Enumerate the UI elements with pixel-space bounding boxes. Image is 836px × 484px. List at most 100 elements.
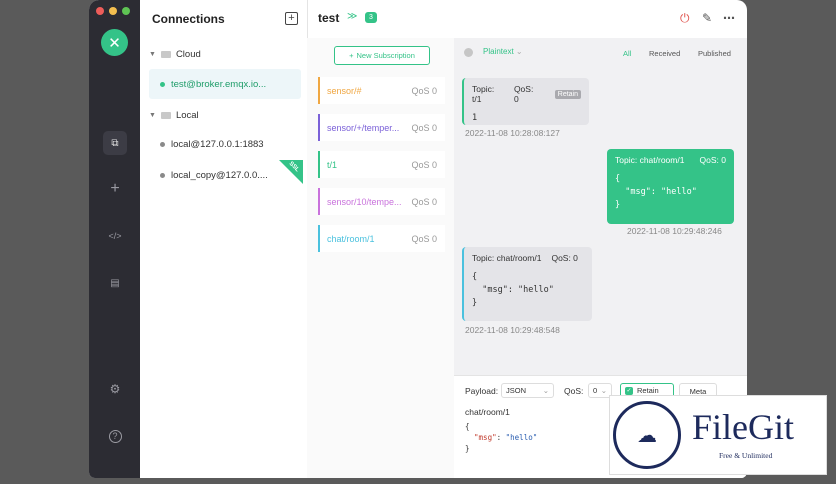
filter-received-tab[interactable]: Received — [649, 49, 680, 58]
filter-all-tab[interactable]: All — [623, 49, 631, 58]
retain-badge: Retain — [554, 89, 581, 99]
subscription-item[interactable]: sensor/# QoS 0 — [318, 77, 445, 104]
message-topic: Topic: t/1 — [472, 84, 495, 104]
folder-icon — [160, 112, 171, 119]
add-connection-icon[interactable]: + — [285, 12, 298, 25]
message-topic: Topic: chat/room/1 — [472, 253, 542, 263]
message-list: Plaintext ⌄ All Received Published Topic… — [454, 38, 747, 375]
subscription-topic: sensor/# — [327, 85, 362, 96]
checkbox-icon: ✓ — [625, 386, 633, 395]
payload-label: Payload: — [465, 386, 499, 396]
folder-icon — [160, 51, 171, 58]
plus-icon: + — [349, 51, 354, 60]
subscription-topic: sensor/+/temper... — [327, 122, 400, 133]
connection-header: test ≫ 3 ⏻ ✎ ⋯ — [307, 0, 747, 39]
message-qos: QoS: 0 — [551, 253, 578, 263]
subscription-qos: QoS 0 — [411, 85, 437, 96]
plus-icon[interactable]: + — [103, 177, 127, 201]
new-subscription-label: New Subscription — [356, 51, 415, 60]
message-qos: QoS: 0 — [513, 84, 534, 104]
subscription-qos: QoS 0 — [411, 233, 437, 244]
payload-format-value: JSON — [506, 386, 527, 395]
message-timestamp: 2022-11-08 10:29:48:246 — [627, 226, 722, 236]
message-payload: { "msg": "hello" } — [615, 174, 697, 210]
message-qos: QoS: 0 — [699, 155, 726, 165]
connection-item[interactable]: test@broker.emqx.io... — [149, 69, 301, 99]
status-dot-icon — [464, 48, 473, 57]
group-local[interactable]: ▼ Local — [149, 110, 199, 121]
connections-panel: Connections + ▼ Cloud test@broker.emqx.i… — [140, 0, 308, 478]
status-dot-icon — [160, 141, 165, 147]
group-label: Cloud — [175, 49, 201, 60]
qos-label: QoS: — [564, 386, 584, 396]
retain-label: Retain — [637, 386, 659, 395]
message-timestamp: 2022-11-08 10:29:48:548 — [465, 325, 560, 335]
connection-name: test — [318, 11, 340, 25]
payload-type-select[interactable]: Plaintext ⌄ — [483, 47, 523, 56]
code-key: "msg" — [474, 433, 497, 442]
script-icon[interactable]: </> — [103, 224, 127, 248]
message-timestamp: 2022-11-08 10:28:08:127 — [465, 128, 560, 138]
mqttx-logo-icon: ✕ — [101, 29, 128, 56]
message-payload: { "msg": "hello" } — [472, 272, 554, 308]
subscriptions-panel: + New Subscription sensor/# QoS 0 sensor… — [307, 38, 455, 478]
subscription-topic: t/1 — [327, 159, 338, 170]
chevron-down-icon[interactable]: ≫ — [347, 11, 357, 22]
subscription-topic: sensor/10/tempe... — [327, 196, 402, 207]
minimize-window-button[interactable] — [109, 7, 117, 15]
connection-label: local@127.0.0.1:1883 — [171, 138, 264, 150]
code-separator: : — [496, 433, 506, 442]
code-value: "hello" — [505, 433, 538, 442]
settings-icon[interactable]: ⚙ — [103, 377, 127, 401]
filegit-watermark: ☁ FileGit Free & Unlimited — [609, 395, 827, 475]
filegit-logo-icon: ☁ — [613, 401, 681, 469]
window-controls — [96, 7, 130, 15]
subscription-item[interactable]: t/1 QoS 0 — [318, 151, 445, 178]
log-icon[interactable]: ▤ — [103, 271, 127, 295]
connection-label: local_copy@127.0.0.... — [171, 169, 268, 181]
edit-icon[interactable]: ✎ — [702, 11, 712, 25]
connections-title: Connections — [152, 12, 225, 26]
message-payload: 1 — [472, 113, 478, 123]
zoom-window-button[interactable] — [122, 7, 130, 15]
close-window-button[interactable] — [96, 7, 104, 15]
chevron-down-icon: ⌄ — [515, 47, 523, 56]
subscription-qos: QoS 0 — [411, 196, 437, 207]
more-icon[interactable]: ⋯ — [723, 11, 735, 25]
filter-published-tab[interactable]: Published — [698, 49, 731, 58]
subscription-item[interactable]: chat/room/1 QoS 0 — [318, 225, 445, 252]
sent-message: Topic: chat/room/1 QoS: 0 { "msg": "hell… — [607, 149, 734, 224]
help-icon[interactable]: ? — [103, 424, 127, 448]
payload-editor[interactable]: { "msg": "hello" } — [465, 421, 537, 454]
chevron-down-icon: ⌄ — [600, 386, 607, 395]
subscription-item[interactable]: sensor/10/tempe... QoS 0 — [318, 188, 445, 215]
received-message: Topic: t/1 QoS: 0 Retain 1 — [462, 78, 589, 125]
code-line: { — [465, 422, 470, 431]
new-subscription-button[interactable]: + New Subscription — [334, 46, 430, 65]
code-line: } — [465, 444, 470, 453]
group-cloud[interactable]: ▼ Cloud — [149, 49, 201, 60]
subscription-topic: chat/room/1 — [327, 233, 375, 244]
caret-down-icon: ▼ — [149, 112, 156, 119]
connection-label: test@broker.emqx.io... — [171, 78, 267, 90]
disconnect-icon[interactable]: ⏻ — [680, 11, 690, 26]
watermark-name: FileGit — [692, 407, 795, 447]
chevron-down-icon: ⌄ — [542, 386, 549, 395]
qos-value: 0 — [593, 386, 598, 395]
topic-input[interactable]: chat/room/1 — [465, 407, 510, 417]
connections-icon[interactable]: ⧉ — [103, 131, 127, 155]
payload-format-select[interactable]: JSON ⌄ — [501, 383, 554, 398]
subscription-qos: QoS 0 — [411, 122, 437, 133]
app-sidebar: ✕ ⧉ + </> ▤ ⚙ ? — [89, 0, 140, 478]
watermark-tagline: Free & Unlimited — [719, 451, 773, 460]
message-topic: Topic: chat/room/1 — [615, 155, 685, 165]
subscription-qos: QoS 0 — [411, 159, 437, 170]
group-label: Local — [175, 110, 199, 121]
status-dot-icon — [160, 172, 165, 178]
caret-down-icon: ▼ — [149, 51, 156, 58]
received-message: Topic: chat/room/1 QoS: 0 { "msg": "hell… — [462, 247, 592, 321]
subscription-count-badge: 3 — [365, 12, 377, 23]
status-dot-icon — [160, 81, 165, 87]
subscription-item[interactable]: sensor/+/temper... QoS 0 — [318, 114, 445, 141]
connection-item[interactable]: local@127.0.0.1:1883 — [149, 129, 301, 159]
